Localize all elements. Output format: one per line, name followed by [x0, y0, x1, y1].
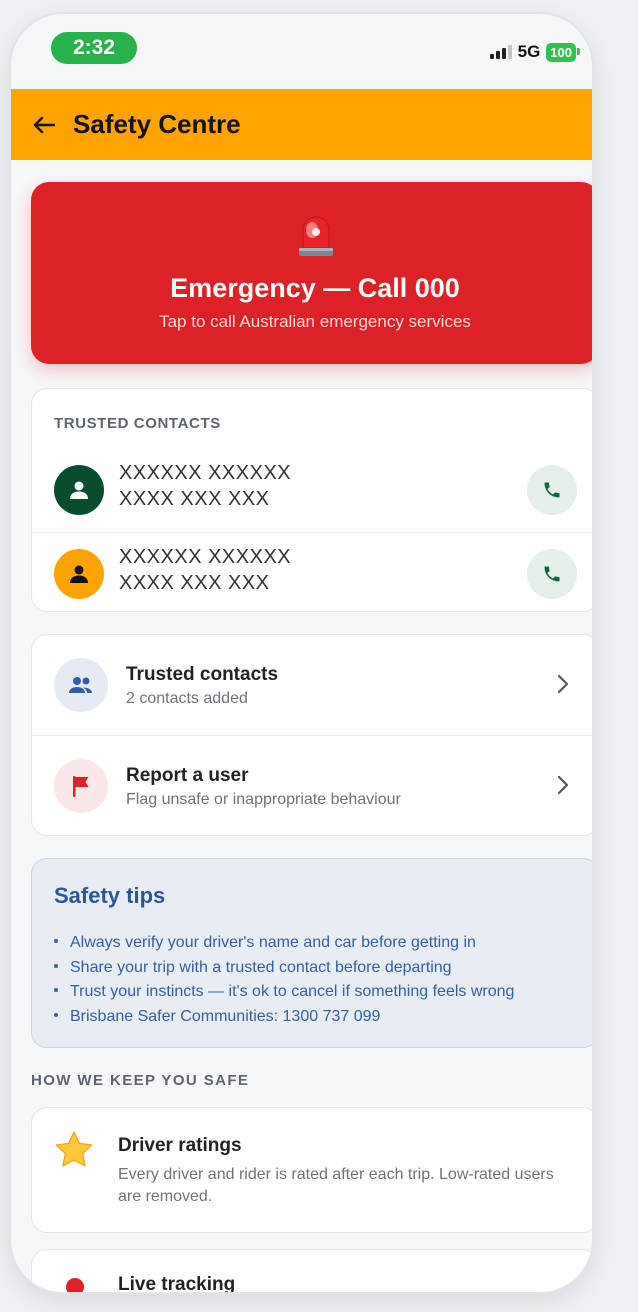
section-label: HOW WE KEEP YOU SAFE — [31, 1072, 250, 1089]
call-button[interactable] — [527, 465, 577, 515]
call-button[interactable] — [527, 549, 577, 599]
status-time: 2:32 — [51, 32, 137, 64]
tip-item: Brisbane Safer Communities: 1300 737 099 — [54, 1005, 514, 1030]
page-title: Safety Centre — [73, 109, 241, 139]
menu-item-subtitle: Flag unsafe or inappropriate behaviour — [126, 791, 401, 808]
contact-name: XXXXXX XXXXXX — [119, 462, 292, 484]
emergency-call-button[interactable]: Emergency — Call 000 Tap to call Austral… — [31, 182, 592, 364]
driver-ratings-card: Driver ratings Every driver and rider is… — [31, 1107, 592, 1233]
live-tracking-card: Live tracking — [31, 1249, 592, 1292]
menu-item-trusted-contacts[interactable]: Trusted contacts 2 contacts added — [32, 635, 592, 735]
status-icons: 5G 100 — [489, 42, 580, 62]
contact-row: XXXXXX XXXXXX XXXX XXX XXX — [32, 532, 592, 615]
people-icon — [54, 658, 108, 712]
feature-description: Every driver and rider is rated after ea… — [118, 1166, 554, 1205]
tip-item: Share your trip with a trusted contact b… — [54, 956, 514, 981]
contact-phone: XXXX XXX XXX — [119, 572, 270, 594]
contact-row: XXXXXX XXXXXX XXXX XXX XXX — [32, 449, 592, 531]
tips-list: Always verify your driver's name and car… — [54, 931, 514, 1029]
feature-title: Live tracking — [118, 1274, 236, 1292]
phone-icon — [544, 482, 560, 498]
back-arrow-icon[interactable] — [29, 110, 59, 140]
star-icon — [55, 1131, 93, 1167]
avatar — [54, 549, 104, 599]
trusted-contacts-card: TRUSTED CONTACTS XXXXXX XXXXXX XXXX XXX … — [31, 388, 592, 612]
chevron-right-icon — [557, 674, 569, 694]
chevron-right-icon — [557, 775, 569, 795]
tips-title: Safety tips — [54, 883, 166, 908]
section-label: TRUSTED CONTACTS — [54, 415, 221, 432]
emergency-title: Emergency — Call 000 — [170, 273, 460, 303]
siren-icon — [299, 216, 333, 256]
menu-item-subtitle: 2 contacts added — [126, 690, 248, 707]
signal-icon — [489, 45, 512, 59]
person-icon — [70, 481, 88, 499]
location-dot-icon — [66, 1278, 84, 1292]
flag-icon — [54, 759, 108, 813]
feature-title: Driver ratings — [118, 1135, 242, 1156]
app-header: Safety Centre — [11, 89, 592, 160]
safety-tips-card: Safety tips Always verify your driver's … — [31, 858, 592, 1048]
phone-screen: 2:32 5G 100 Safety Centre Emergency — Ca… — [11, 14, 592, 1292]
emergency-subtitle: Tap to call Australian emergency service… — [159, 312, 471, 331]
battery-icon: 100 — [546, 42, 580, 62]
person-icon — [70, 565, 88, 583]
tip-item: Trust your instincts — it's ok to cancel… — [54, 980, 514, 1005]
network-type: 5G — [517, 42, 541, 61]
menu-item-report-user[interactable]: Report a user Flag unsafe or inappropria… — [32, 735, 592, 836]
tip-item: Always verify your driver's name and car… — [54, 931, 514, 956]
avatar — [54, 465, 104, 515]
contact-name: XXXXXX XXXXXX — [119, 546, 292, 568]
menu-item-title: Report a user — [126, 765, 249, 786]
contact-phone: XXXX XXX XXX — [119, 488, 270, 510]
phone-icon — [544, 566, 560, 582]
menu-item-title: Trusted contacts — [126, 664, 279, 685]
safety-menu-card: Trusted contacts 2 contacts added Report… — [31, 634, 592, 836]
